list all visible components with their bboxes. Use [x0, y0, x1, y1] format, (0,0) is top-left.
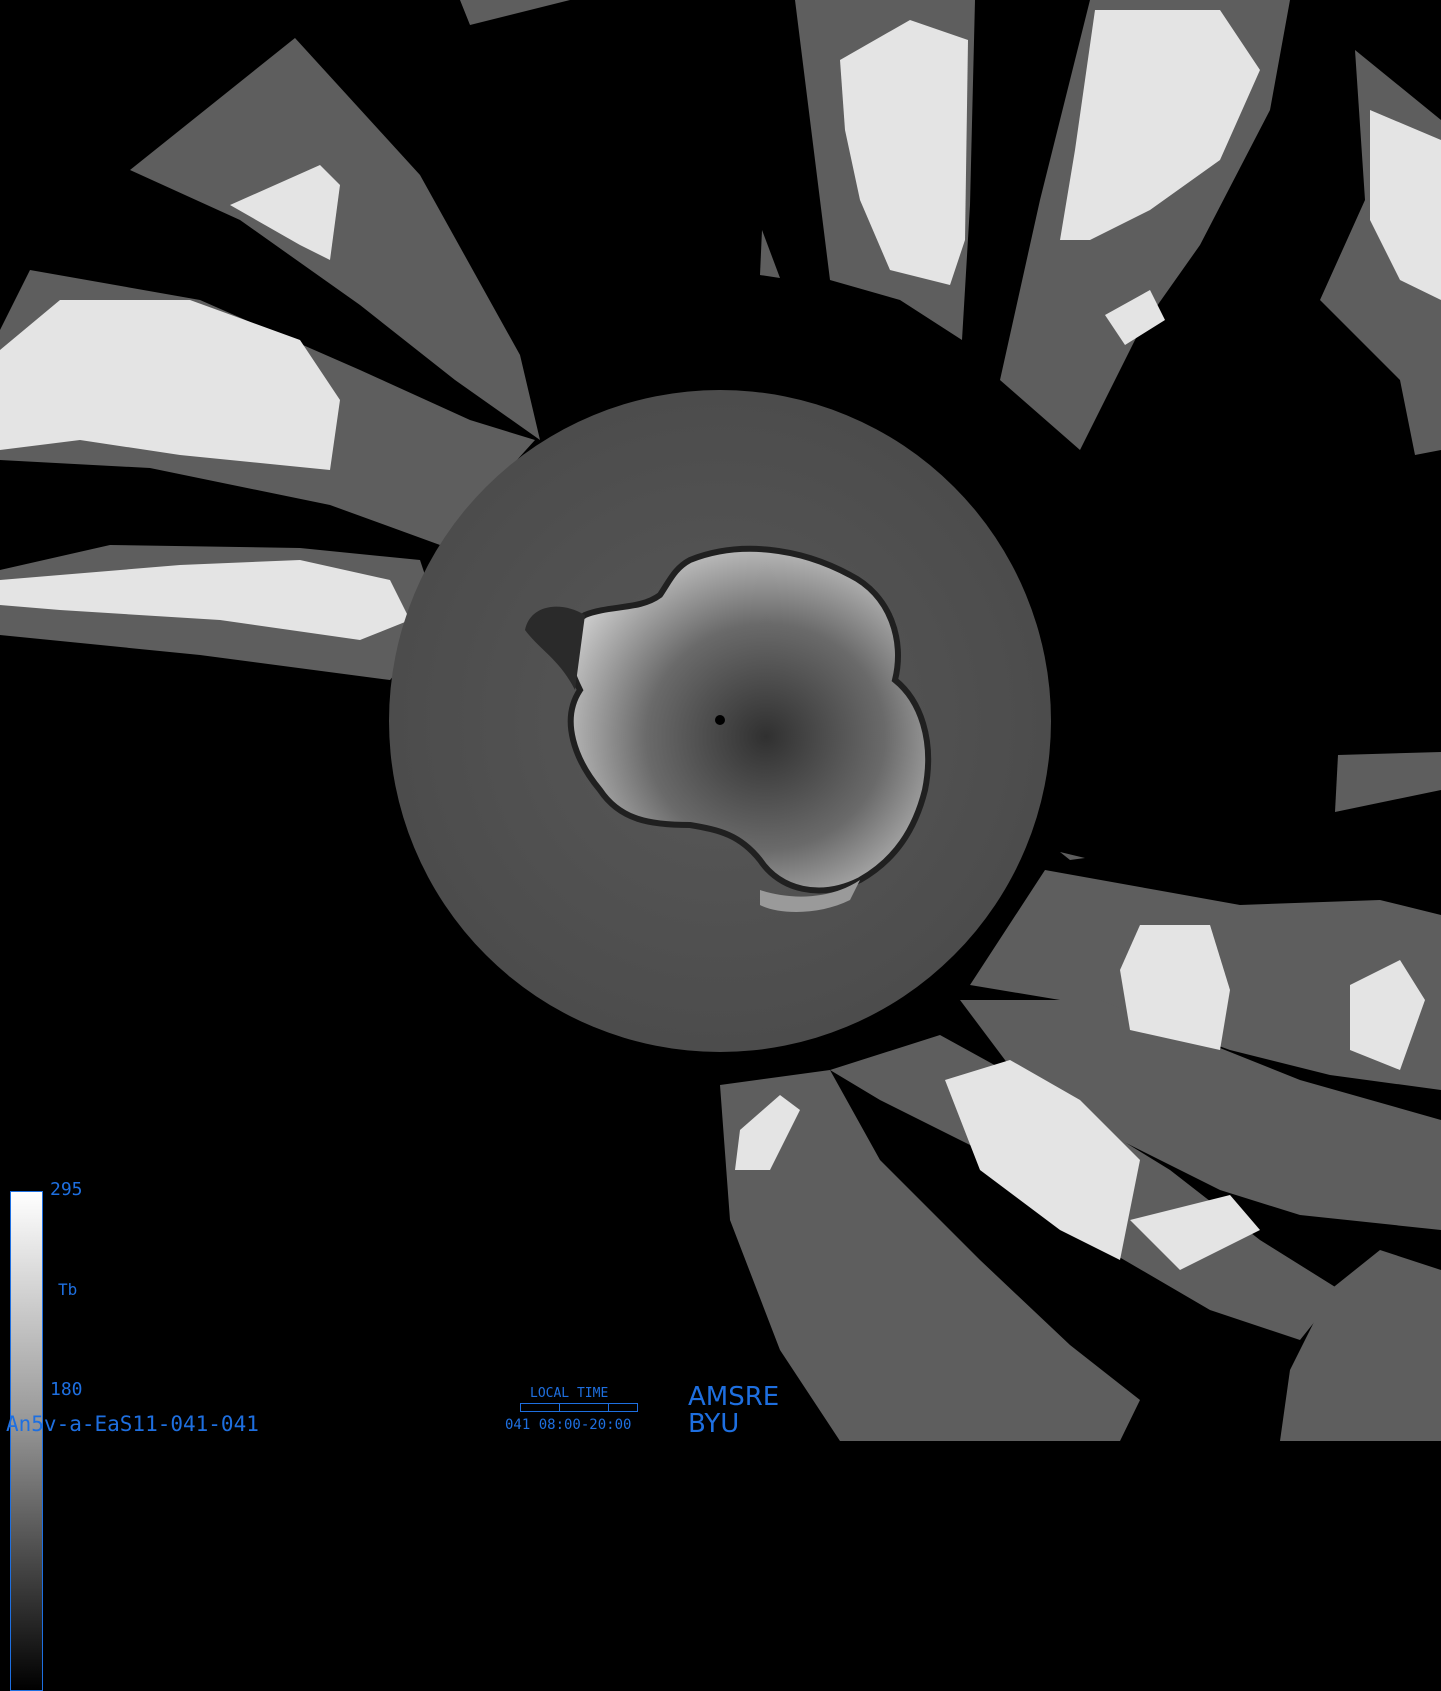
colorbar — [10, 1191, 43, 1691]
colorbar-max-label: 295 — [50, 1179, 83, 1200]
land-mass — [1120, 925, 1230, 1050]
swath-strip — [460, 0, 570, 25]
swath-strip — [1060, 852, 1085, 860]
local-time-title: LOCAL TIME — [530, 1386, 609, 1401]
colorbar-min-label: 180 — [50, 1379, 83, 1400]
sensor-label: AMSRE — [688, 1382, 780, 1412]
pole-hole — [715, 715, 725, 725]
colorbar-variable-label: Tb — [58, 1280, 78, 1299]
swath-strip — [1335, 752, 1441, 812]
local-time-bar — [520, 1403, 638, 1412]
local-time-range: 041 08:00-20:00 — [505, 1417, 632, 1433]
brightness-temperature-mosaic — [0, 0, 1441, 1441]
local-time-window — [559, 1403, 609, 1412]
swath-strip — [760, 230, 780, 278]
product-id-label: An5v-a-EaS11-041-041 — [6, 1412, 259, 1436]
institution-label: BYU — [688, 1409, 740, 1439]
